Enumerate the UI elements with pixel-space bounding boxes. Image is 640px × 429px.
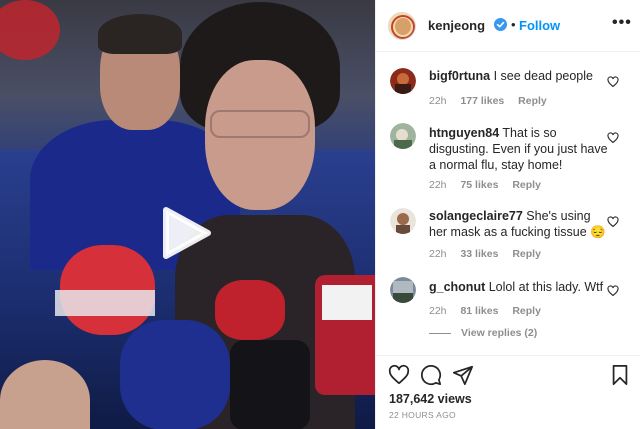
follow-button[interactable]: Follow — [519, 18, 560, 33]
more-options-button[interactable]: ••• — [612, 15, 632, 31]
comment-username[interactable]: htnguyen84 — [429, 126, 499, 140]
comment-age: 22h — [429, 305, 447, 317]
comment-likes[interactable]: 177 likes — [460, 95, 504, 107]
video-microphone-black — [230, 340, 310, 429]
list-item: solangeclaire77 She's using her mask as … — [376, 193, 640, 269]
comment-body: solangeclaire77 She's using her mask as … — [429, 208, 609, 240]
video-microphone-plate — [322, 285, 372, 320]
verified-badge-icon — [494, 18, 507, 31]
reply-button[interactable]: Reply — [512, 248, 541, 260]
comment-meta: 22h 33 likes Reply — [429, 248, 552, 260]
comment-avatar[interactable] — [390, 208, 416, 234]
bookmark-icon[interactable] — [609, 364, 631, 386]
comment-age: 22h — [429, 179, 447, 191]
heart-outline-icon[interactable] — [388, 364, 410, 386]
comment-avatar[interactable] — [390, 277, 416, 303]
comment-age: 22h — [429, 248, 447, 260]
header-separator: • — [511, 17, 516, 32]
view-count[interactable]: 187,642 views — [389, 392, 472, 406]
play-icon[interactable] — [160, 206, 212, 260]
comments-list[interactable]: bigf0rtuna I see dead people 22h 177 lik… — [376, 53, 640, 355]
comment-username[interactable]: bigf0rtuna — [429, 69, 490, 83]
video-player[interactable] — [0, 0, 375, 429]
avatar-ring — [391, 15, 415, 39]
post-username[interactable]: kenjeong — [428, 18, 485, 33]
post-timestamp[interactable]: 22 HOURS AGO — [389, 410, 456, 420]
reply-button[interactable]: Reply — [512, 179, 541, 191]
comment-text: I see dead people — [493, 69, 593, 83]
reply-button[interactable]: Reply — [518, 95, 547, 107]
paper-plane-icon[interactable] — [452, 364, 474, 386]
heart-outline-icon[interactable] — [607, 215, 619, 228]
video-woman-glasses — [210, 110, 310, 138]
comment-body: bigf0rtuna I see dead people — [429, 68, 609, 84]
video-microphone-red-2 — [215, 280, 285, 340]
heart-outline-icon[interactable] — [607, 75, 619, 88]
video-microphone — [120, 320, 230, 429]
heart-outline-icon[interactable] — [607, 284, 619, 297]
list-item: bigf0rtuna I see dead people 22h 177 lik… — [376, 53, 640, 113]
comment-likes[interactable]: 81 likes — [460, 305, 498, 317]
view-replies-label: View replies (2) — [461, 327, 538, 339]
comment-age: 22h — [429, 95, 447, 107]
post-side-panel: kenjeong • Follow ••• bigf0rtuna I see d… — [375, 0, 640, 429]
comment-avatar[interactable] — [390, 68, 416, 94]
comment-meta: 22h 81 likes Reply — [429, 305, 552, 317]
post-actions: 187,642 views 22 HOURS AGO — [376, 355, 640, 429]
comment-likes[interactable]: 75 likes — [460, 179, 498, 191]
comment-meta: 22h 75 likes Reply — [429, 179, 552, 191]
comment-likes[interactable]: 33 likes — [460, 248, 498, 260]
comment-icon[interactable] — [420, 364, 442, 386]
list-item: g_chonut Lolol at this lady. Wtf 22h 81 … — [376, 269, 640, 329]
comment-username[interactable]: g_chonut — [429, 280, 485, 294]
comment-username[interactable]: solangeclaire77 — [429, 209, 523, 223]
view-replies-button[interactable]: View replies (2) — [429, 327, 537, 339]
video-man-hair — [98, 14, 182, 54]
comment-body: g_chonut Lolol at this lady. Wtf — [429, 279, 609, 295]
post-header: kenjeong • Follow ••• — [376, 0, 640, 52]
list-item: htnguyen84 That is so disgusting. Even i… — [376, 113, 640, 193]
comment-meta: 22h 177 likes Reply — [429, 95, 558, 107]
comment-body: htnguyen84 That is so disgusting. Even i… — [429, 125, 609, 173]
heart-outline-icon[interactable] — [607, 131, 619, 144]
avatar[interactable] — [388, 12, 416, 40]
video-microphone-band — [55, 290, 155, 316]
reply-button[interactable]: Reply — [512, 305, 541, 317]
comment-text: Lolol at this lady. Wtf — [488, 280, 604, 294]
comment-avatar[interactable] — [390, 123, 416, 149]
replies-divider-line — [429, 332, 451, 334]
